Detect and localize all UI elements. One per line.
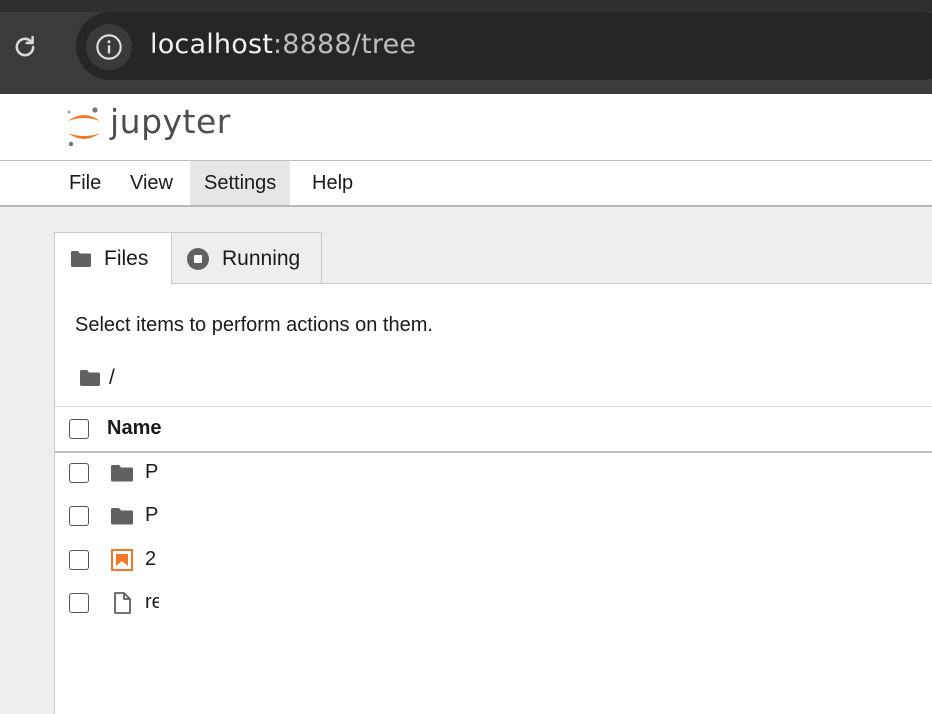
column-header-name[interactable]: Name	[107, 417, 161, 440]
url-host: localhost	[150, 29, 273, 60]
select-all-checkbox[interactable]	[69, 419, 89, 439]
row-checkbox[interactable]	[69, 463, 89, 483]
selection-hint: Select items to perform actions on them.	[75, 314, 433, 336]
file-name[interactable]: 2	[145, 548, 159, 571]
menu-settings[interactable]: Settings	[190, 161, 291, 205]
jupyter-logo-icon[interactable]	[64, 104, 104, 150]
url-path: :8888/tree	[273, 29, 417, 60]
menu-help[interactable]: Help	[298, 161, 367, 205]
folder-icon	[70, 250, 92, 268]
menu-bar: File View Settings Help	[0, 161, 932, 207]
breadcrumb: /	[79, 366, 115, 390]
browser-tab-strip	[0, 0, 932, 12]
info-icon	[96, 34, 122, 60]
file-list-header: Name	[55, 406, 932, 453]
row-checkbox[interactable]	[69, 506, 89, 526]
folder-icon	[111, 465, 133, 482]
url-text: localhost:8888/tree	[150, 29, 416, 60]
tab-running[interactable]: Running	[170, 232, 322, 284]
row-checkbox[interactable]	[69, 593, 89, 613]
tab-files-label: Files	[104, 247, 149, 270]
file-browser-panel: Select items to perform actions on them.…	[54, 283, 932, 714]
folder-icon	[111, 508, 133, 525]
site-info-button[interactable]	[86, 24, 132, 70]
file-row[interactable]: re	[55, 581, 932, 625]
file-row[interactable]: P	[55, 451, 932, 495]
reload-button[interactable]	[8, 30, 42, 64]
address-bar[interactable]: localhost:8888/tree	[76, 12, 932, 80]
file-name[interactable]: P	[145, 504, 159, 527]
breadcrumb-home-folder-icon[interactable]	[79, 369, 101, 387]
menu-view[interactable]: View	[116, 161, 187, 205]
tab-running-label: Running	[222, 246, 301, 270]
file-icon	[114, 592, 131, 614]
menu-file[interactable]: File	[55, 161, 115, 205]
browser-toolbar: localhost:8888/tree	[0, 0, 932, 94]
stop-circle-icon	[186, 247, 210, 271]
jupyter-header: jupyter	[0, 94, 932, 161]
file-row[interactable]: P	[55, 494, 932, 538]
breadcrumb-root[interactable]: /	[109, 366, 115, 390]
tab-files[interactable]: Files	[54, 232, 172, 285]
file-name[interactable]: re	[145, 591, 159, 614]
file-row[interactable]: 2	[55, 538, 932, 582]
image-file-icon	[111, 549, 133, 571]
reload-icon	[15, 35, 35, 57]
jupyter-wordmark[interactable]: jupyter	[110, 102, 231, 141]
file-name[interactable]: P	[145, 461, 159, 484]
row-checkbox[interactable]	[69, 550, 89, 570]
